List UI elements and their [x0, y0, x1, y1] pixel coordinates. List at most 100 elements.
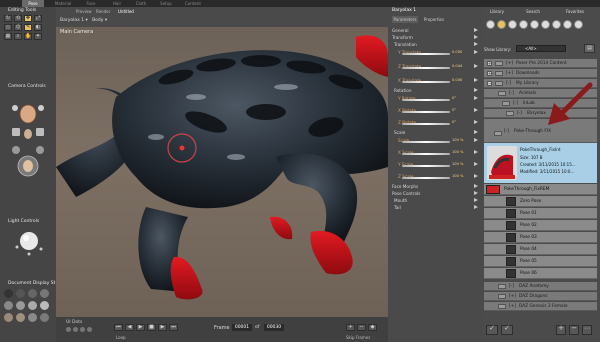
hidden-line-style-icon[interactable]: [40, 289, 49, 298]
param-group-row[interactable]: General: [388, 27, 482, 34]
library-folder-row[interactable]: [+] DAZ Dragons: [484, 292, 597, 301]
dial-slider[interactable]: [402, 165, 450, 167]
materials-category-icon[interactable]: [574, 20, 583, 29]
expand-icon[interactable]: +: [487, 71, 492, 76]
outline-style-icon[interactable]: [16, 289, 25, 298]
library-folder-row[interactable]: + [+] Poser Pro 2014 Content: [484, 59, 597, 68]
param-dial-row[interactable]: Z Rotate0°: [388, 119, 482, 126]
param-group-row[interactable]: Pose Controls: [388, 190, 482, 197]
loop-label[interactable]: Loop: [116, 335, 126, 340]
tab-content[interactable]: Content: [182, 0, 204, 7]
dial-slider[interactable]: [402, 67, 450, 69]
light-controls-widget[interactable]: [14, 227, 44, 257]
library-folder-row[interactable]: [+] DAZ Genesis 3 Female: [484, 302, 597, 311]
tab-setup[interactable]: Setup: [156, 0, 176, 7]
stop-icon[interactable]: ■: [147, 324, 156, 331]
view-magnifier-icon[interactable]: ⌕: [14, 33, 22, 40]
dial-slider[interactable]: [402, 53, 450, 55]
poses-category-icon[interactable]: [497, 20, 506, 29]
ui-dot[interactable]: [80, 327, 85, 332]
param-dial-row[interactable]: Y Rotate0°: [388, 95, 482, 102]
param-dial-row[interactable]: Z Translate0.044: [388, 63, 482, 70]
cartoon-style-icon[interactable]: [28, 301, 37, 310]
silhouette-style-icon[interactable]: [4, 289, 13, 298]
dial-slider[interactable]: [402, 111, 450, 113]
pose-item[interactable]: Pose 05: [484, 256, 597, 267]
scale-tool-icon[interactable]: ⤢: [34, 15, 42, 22]
lights-category-icon[interactable]: [552, 20, 561, 29]
frame-total-field[interactable]: 00030: [264, 324, 284, 331]
param-group-row[interactable]: Transform: [388, 34, 482, 41]
dial-slider[interactable]: [402, 81, 450, 83]
weight-paint-icon[interactable]: ✦: [34, 33, 42, 40]
param-dial-row[interactable]: X Translate0.000: [388, 77, 482, 84]
apply-checkmark-icon[interactable]: ✓: [486, 325, 498, 335]
play-icon[interactable]: ▶: [136, 324, 145, 331]
param-dial-row[interactable]: Scale100 %: [388, 137, 482, 144]
taper-tool-icon[interactable]: ◇: [4, 24, 12, 31]
pose-item[interactable]: Pose 02: [484, 220, 597, 231]
show-library-select[interactable]: <All>: [516, 45, 566, 52]
library-options-icon[interactable]: ▤: [584, 44, 595, 53]
camera-controls-widget[interactable]: [6, 92, 50, 178]
pose-item[interactable]: Pose 01: [484, 208, 597, 219]
keyframes-icon[interactable]: ◆: [368, 324, 377, 331]
dial-slider[interactable]: [402, 141, 450, 143]
param-dial-row[interactable]: Y Scale100 %: [388, 161, 482, 168]
add-keyframe-icon[interactable]: +: [346, 324, 355, 331]
next-frame-icon[interactable]: ▶: [158, 324, 167, 331]
param-sub-row[interactable]: Scale: [388, 129, 482, 136]
ui-dot[interactable]: [73, 327, 78, 332]
tab-pose[interactable]: Pose: [22, 0, 44, 7]
skip-frames-label[interactable]: Skip Frames: [346, 335, 370, 340]
tab-search[interactable]: Search: [522, 9, 544, 15]
translate-tool-icon[interactable]: ✥: [24, 15, 32, 22]
hair-category-icon[interactable]: [519, 20, 528, 29]
tab-properties[interactable]: Properties: [420, 16, 448, 23]
apply-double-checkmark-icon[interactable]: ✓: [501, 325, 513, 335]
last-frame-icon[interactable]: ⏭: [169, 324, 178, 331]
tab-parameters[interactable]: Parameters: [392, 16, 418, 23]
shadow-style-icon[interactable]: [28, 313, 37, 322]
grouping-tool-icon[interactable]: ▦: [4, 33, 12, 40]
expand-icon[interactable]: +: [487, 61, 492, 66]
props-category-icon[interactable]: [541, 20, 550, 29]
tab-material[interactable]: Material: [52, 0, 74, 7]
expressions-category-icon[interactable]: [508, 20, 517, 29]
pose-item[interactable]: Zero Pose: [484, 196, 597, 207]
chain-tool-icon[interactable]: ⌬: [14, 24, 22, 31]
morph-tool-icon[interactable]: ✎: [24, 24, 32, 31]
collapse-icon[interactable]: −: [487, 81, 492, 86]
figures-category-icon[interactable]: [486, 20, 495, 29]
ui-dot[interactable]: [66, 327, 71, 332]
pose-item[interactable]: PokeThrough_FixREM: [484, 184, 597, 195]
smooth-shaded-style-icon[interactable]: [40, 301, 49, 310]
selected-library-item[interactable]: PokeThrough_FixInt Size: 107 B Created: …: [484, 143, 597, 183]
dial-slider[interactable]: [402, 153, 450, 155]
library-folder-row[interactable]: + [+] Downloads: [484, 69, 597, 78]
param-sub-row[interactable]: Translation: [388, 41, 482, 48]
tab-favorites[interactable]: Favorites: [560, 9, 590, 15]
param-group-row[interactable]: Face Morphs: [388, 183, 482, 190]
figure-selector[interactable]: Baryolax 1 ▾ Body ▾: [60, 17, 180, 25]
param-dial-row[interactable]: Z Scale100 %: [388, 173, 482, 180]
tab-hair[interactable]: Hair: [108, 0, 126, 7]
prev-frame-icon[interactable]: ◀: [125, 324, 134, 331]
lit-wireframe-style-icon[interactable]: [4, 301, 13, 310]
item-options-icon[interactable]: ⋯: [582, 325, 592, 335]
direct-manipulation-icon[interactable]: ✋: [24, 33, 32, 40]
tab-cloth[interactable]: Cloth: [132, 0, 150, 7]
param-dial-row[interactable]: X Scale100 %: [388, 149, 482, 156]
rotate-tool-icon[interactable]: ↻: [4, 15, 12, 22]
tab-untitled[interactable]: Untitled: [118, 8, 134, 15]
first-frame-icon[interactable]: ⏮: [114, 324, 123, 331]
remove-item-icon[interactable]: −: [569, 325, 579, 335]
remove-keyframe-icon[interactable]: −: [357, 324, 366, 331]
param-sub-row[interactable]: Rotation: [388, 87, 482, 94]
pose-item[interactable]: Pose 04: [484, 244, 597, 255]
pose-item[interactable]: Pose 03: [484, 232, 597, 243]
param-group-row[interactable]: Mouth: [388, 197, 482, 204]
dial-slider[interactable]: [402, 177, 450, 179]
library-folder-row[interactable]: [-] DAZ Anatomy: [484, 282, 597, 291]
ui-dot[interactable]: [87, 327, 92, 332]
